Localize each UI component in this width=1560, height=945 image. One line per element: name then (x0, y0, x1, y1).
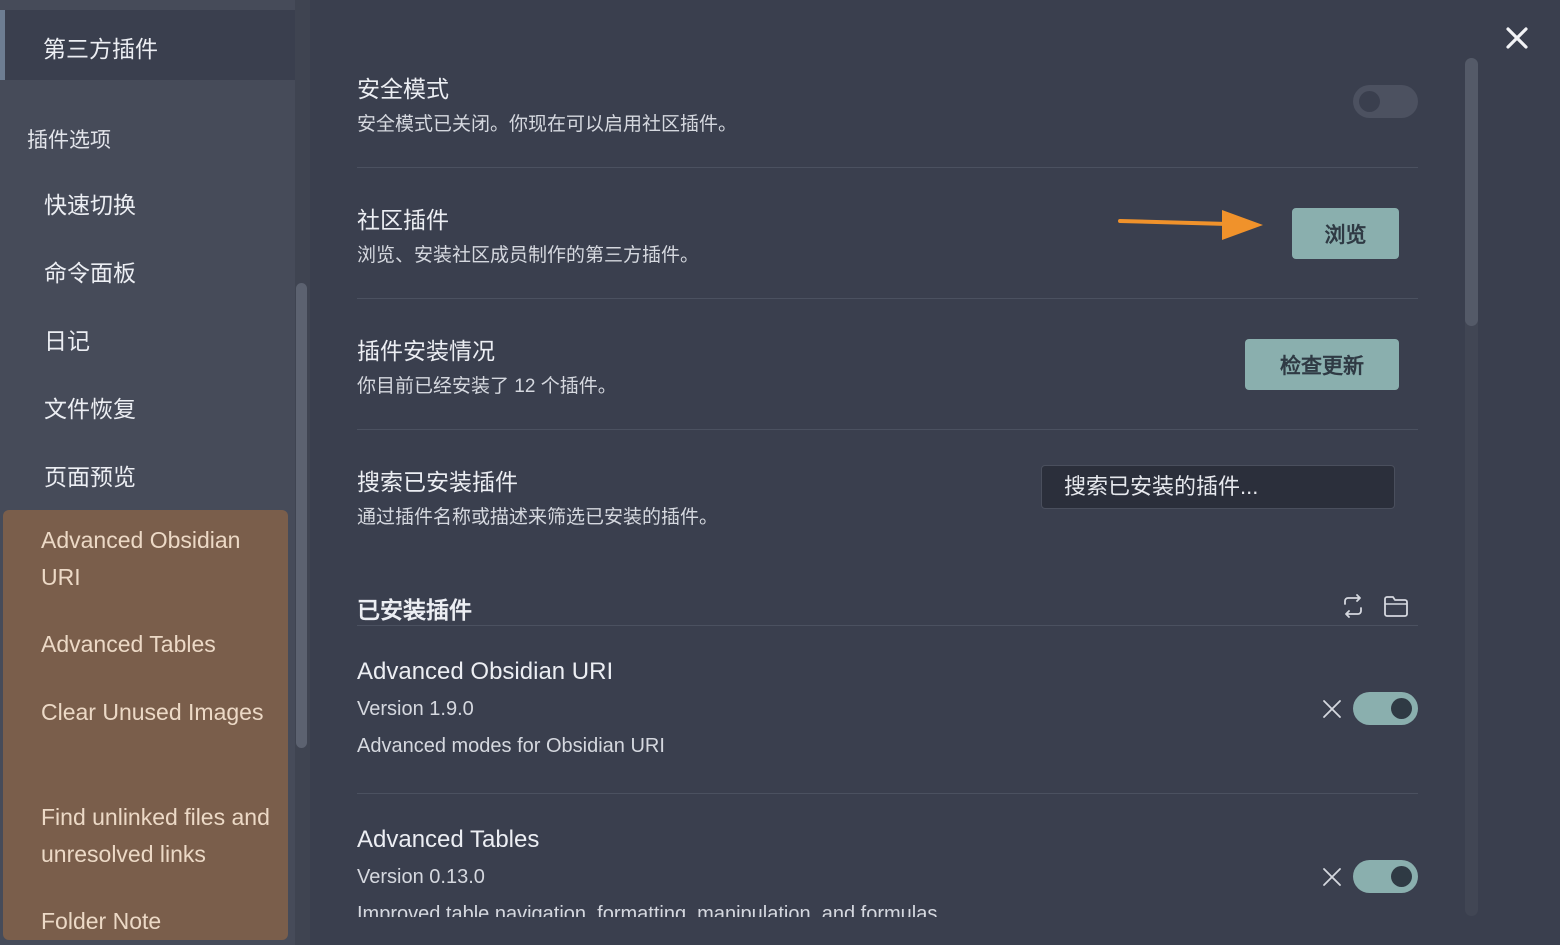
sidebar-item-label: 第三方插件 (43, 36, 158, 62)
divider (357, 429, 1418, 430)
sidebar-item-clear-unused-images[interactable]: Clear Unused Images (41, 694, 281, 731)
plugin-version: Version 0.13.0 (357, 866, 485, 888)
sidebar-item-file-recovery[interactable]: 文件恢复 (44, 390, 136, 424)
plugin-version: Version 1.9.0 (357, 698, 474, 720)
sidebar-item-daily-notes[interactable]: 日记 (44, 322, 90, 356)
safe-mode-title: 安全模式 (357, 76, 449, 102)
settings-sidebar: 第三方插件 插件选项 快速切换 命令面板 日记 文件恢复 页面预览 Advanc… (0, 0, 310, 945)
sidebar-item-command-palette[interactable]: 命令面板 (44, 254, 136, 288)
sidebar-scrollbar[interactable] (296, 283, 307, 748)
folder-icon[interactable] (1382, 592, 1410, 620)
plugin-description: Improved table navigation, formatting, m… (357, 903, 938, 917)
search-installed-input[interactable]: 搜索已安装的插件... (1041, 465, 1395, 509)
check-updates-button[interactable]: 检查更新 (1245, 339, 1399, 390)
plugin-enable-toggle[interactable] (1353, 860, 1418, 893)
sidebar-section-heading: 插件选项 (27, 129, 111, 152)
sidebar-item-community-plugins[interactable]: 第三方插件 (0, 10, 295, 80)
installed-plugins-heading: 已安装插件 (357, 597, 472, 623)
orange-arrow-annotation (1118, 210, 1263, 240)
uninstall-icon[interactable] (1321, 698, 1343, 720)
reload-icon[interactable] (1339, 592, 1367, 620)
browse-button[interactable]: 浏览 (1292, 208, 1399, 259)
divider (357, 625, 1418, 626)
sidebar-item-page-preview[interactable]: 页面预览 (44, 458, 136, 492)
plugin-description: Advanced modes for Obsidian URI (357, 735, 665, 757)
divider (357, 167, 1418, 168)
content-scrollbar[interactable] (1465, 58, 1478, 326)
installed-status-description: 你目前已经安装了 12 个插件。 (357, 376, 617, 397)
installed-status-title: 插件安装情况 (357, 338, 495, 364)
plugin-name: Advanced Tables (357, 826, 540, 853)
toggle-knob (1391, 698, 1412, 719)
safe-mode-toggle[interactable] (1353, 85, 1418, 118)
divider (357, 793, 1418, 794)
sidebar-item-advanced-tables[interactable]: Advanced Tables (41, 626, 281, 663)
close-icon[interactable] (1503, 24, 1531, 52)
sidebar-item-quick-switcher[interactable]: 快速切换 (44, 186, 136, 220)
safe-mode-description: 安全模式已关闭。你现在可以启用社区插件。 (357, 114, 738, 135)
sidebar-item-folder-note[interactable]: Folder Note (41, 903, 281, 940)
search-installed-title: 搜索已安装插件 (357, 469, 518, 495)
plugin-name: Advanced Obsidian URI (357, 658, 614, 685)
toggle-knob (1391, 866, 1412, 887)
community-plugins-title: 社区插件 (357, 207, 449, 233)
sidebar-item-advanced-obsidian-uri[interactable]: Advanced Obsidian URI (41, 522, 281, 596)
uninstall-icon[interactable] (1321, 866, 1343, 888)
search-installed-description: 通过插件名称或描述来筛选已安装的插件。 (357, 507, 719, 528)
toggle-knob (1359, 91, 1380, 112)
divider (357, 298, 1418, 299)
sidebar-item-find-unlinked-files[interactable]: Find unlinked files and unresolved links (41, 799, 281, 873)
settings-content: 安全模式 安全模式已关闭。你现在可以启用社区插件。 社区插件 浏览、安装社区成员… (310, 0, 1560, 945)
plugin-enable-toggle[interactable] (1353, 692, 1418, 725)
community-plugins-description: 浏览、安装社区成员制作的第三方插件。 (357, 245, 700, 266)
